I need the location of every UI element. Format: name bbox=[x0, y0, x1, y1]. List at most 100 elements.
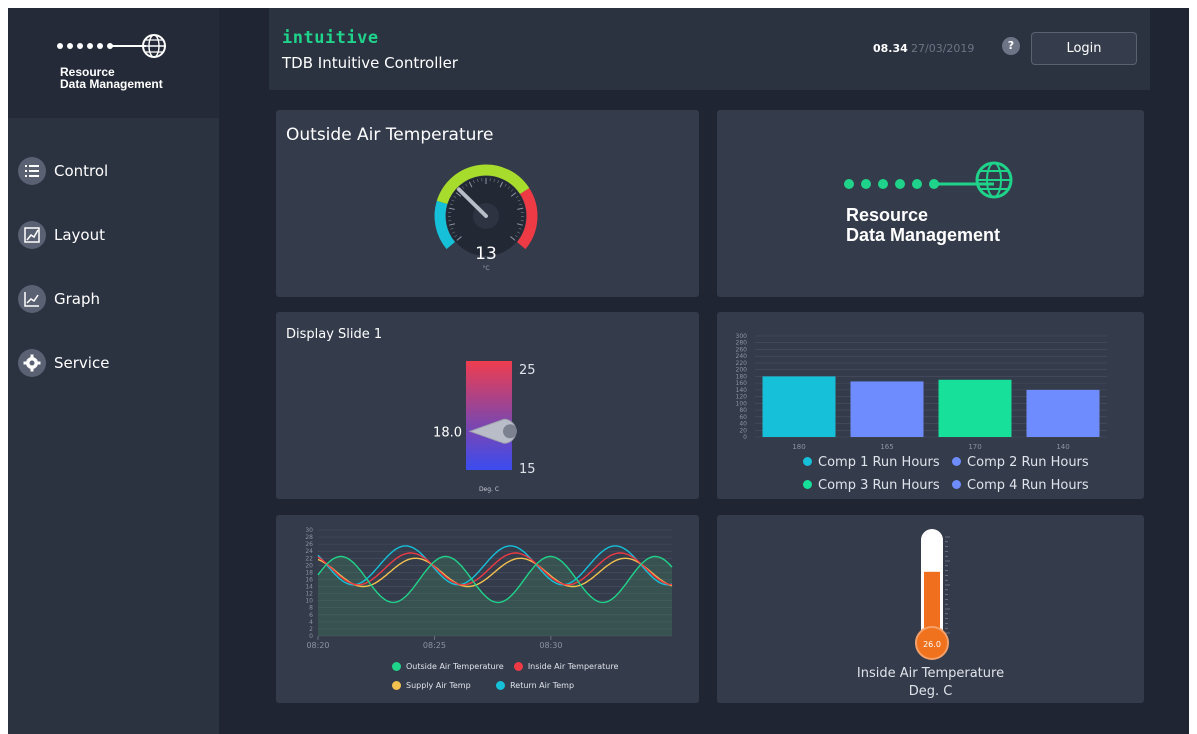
temperature-gauge: 13 °C bbox=[434, 164, 538, 272]
sidebar-item-layout[interactable]: Layout bbox=[18, 218, 208, 252]
bar bbox=[938, 379, 1012, 437]
bar-y-tick: 100 bbox=[736, 400, 748, 407]
bar-chart-panel: 0 20 40 60 80 100 120 140 160 180 200 220 240 260 280 3… bbox=[717, 312, 1144, 499]
list-icon bbox=[18, 157, 46, 185]
gauge-panel: Outside Air Temperature 13 °C bbox=[276, 110, 699, 297]
bar-y-tick: 80 bbox=[739, 407, 747, 414]
bar-legend-row2: Comp 3 Run Hours Comp 4 Run Hours bbox=[803, 478, 1089, 493]
line-y-tick: 18 bbox=[305, 569, 313, 576]
slide-scale: 25 15 18.0 Deg. C bbox=[433, 361, 536, 493]
line-y-tick: 14 bbox=[305, 584, 313, 591]
intuitive-logo: intuitive bbox=[282, 28, 379, 48]
thermometer-caption: Inside Air Temperature Deg. C bbox=[717, 665, 1144, 701]
legend-item-comp2[interactable]: Comp 2 Run Hours bbox=[952, 455, 1089, 470]
app-window: Resource Data Management Control Layout … bbox=[8, 8, 1189, 734]
clock-date: 27/03/2019 bbox=[911, 42, 975, 55]
legend-item-comp4[interactable]: Comp 4 Run Hours bbox=[952, 478, 1089, 493]
clock-time: 08.34 bbox=[873, 42, 908, 55]
line-x-tick: 08:20 bbox=[306, 641, 329, 650]
bar-y-tick: 280 bbox=[736, 340, 748, 347]
help-icon[interactable]: ? bbox=[1002, 37, 1020, 55]
legend-item-supply[interactable]: Supply Air Temp bbox=[392, 681, 471, 690]
line-chart-panel: 0 2 4 6 8 10 12 14 16 18 20 22 24 26 28 30 08:20 08:25 08:… bbox=[276, 515, 699, 703]
sidebar-item-control[interactable]: Control bbox=[18, 154, 208, 188]
bar bbox=[850, 381, 924, 437]
line-y-tick: 22 bbox=[305, 555, 313, 562]
sidebar-item-label: Control bbox=[54, 162, 109, 180]
bar-legend-row1: Comp 1 Run Hours Comp 2 Run Hours bbox=[803, 455, 1089, 470]
line-y-tick: 10 bbox=[305, 598, 313, 605]
bar-y-tick: 0 bbox=[743, 434, 747, 441]
bar-y-tick: 180 bbox=[736, 373, 748, 380]
line-y-tick: 26 bbox=[305, 541, 313, 548]
bar-y-tick: 60 bbox=[739, 414, 747, 421]
bar bbox=[1026, 389, 1100, 437]
sidebar-item-graph[interactable]: Graph bbox=[18, 282, 208, 316]
rdm-logo-icon bbox=[844, 161, 1013, 199]
line-y-tick: 6 bbox=[309, 612, 313, 619]
line-y-tick: 30 bbox=[305, 527, 313, 534]
thermometer-unit: Deg. C bbox=[908, 684, 953, 699]
slide-max-label: 25 bbox=[519, 363, 536, 378]
thermometer-title: Inside Air Temperature bbox=[856, 666, 1005, 681]
legend-item-comp1[interactable]: Comp 1 Run Hours bbox=[803, 455, 940, 470]
line-y-tick: 2 bbox=[309, 626, 313, 633]
bar-x-tick: 140 bbox=[1056, 443, 1069, 451]
bar-y-tick: 260 bbox=[736, 346, 748, 353]
bar-y-tick: 220 bbox=[736, 360, 748, 367]
gauge-unit: °C bbox=[482, 265, 489, 272]
page-title: TDB Intuitive Controller bbox=[282, 54, 458, 72]
legend-item-return[interactable]: Return Air Temp bbox=[496, 681, 574, 690]
sidebar-item-label: Graph bbox=[54, 290, 101, 308]
logo-panel: Resource Data Management bbox=[717, 110, 1144, 297]
sidebar-brand: Resource Data Management bbox=[8, 8, 219, 118]
bar-y-tick: 240 bbox=[736, 353, 748, 360]
rdm-logo-icon bbox=[57, 34, 166, 58]
layout-icon bbox=[18, 221, 46, 249]
series-line bbox=[317, 552, 673, 586]
slide-panel: Display Slide 1 25 15 18.0 Deg. C bbox=[276, 312, 699, 499]
legend-item-inside[interactable]: Inside Air Temperature bbox=[513, 662, 618, 671]
logo-line1: Resource bbox=[846, 205, 929, 225]
login-button[interactable]: Login bbox=[1031, 32, 1137, 65]
slide-min-label: 15 bbox=[519, 462, 536, 477]
bar-y-tick: 300 bbox=[736, 333, 748, 340]
line-legend-row2: Supply Air Temp Return Air Temp bbox=[392, 681, 574, 690]
legend-item-comp3[interactable]: Comp 3 Run Hours bbox=[803, 478, 940, 493]
thermometer-panel: 26.0 Inside Air Temperature Deg. C bbox=[717, 515, 1144, 703]
line-y-tick: 20 bbox=[305, 562, 313, 569]
slide-title: Display Slide 1 bbox=[286, 327, 383, 342]
run-hours-bar-chart: 0204060801001201401601802002202402602803… bbox=[736, 333, 1107, 451]
line-x-tick: 08:25 bbox=[423, 641, 446, 650]
thermometer: 26.0 bbox=[915, 529, 950, 660]
bar-y-tick: 140 bbox=[736, 387, 748, 394]
legend-item-outside[interactable]: Outside Air Temperature bbox=[392, 662, 504, 671]
slide-unit: Deg. C bbox=[479, 486, 499, 493]
sidebar-item-service[interactable]: Service bbox=[18, 346, 208, 380]
bar-y-tick: 120 bbox=[736, 394, 748, 401]
line-y-tick: 12 bbox=[305, 591, 313, 598]
slide-gradient-bar bbox=[466, 361, 512, 470]
bar-y-tick: 200 bbox=[736, 367, 748, 374]
bar-y-tick: 160 bbox=[736, 380, 748, 387]
bar-x-tick: 170 bbox=[968, 443, 981, 451]
graph-icon bbox=[18, 285, 46, 313]
brand-line2: Data Management bbox=[60, 77, 163, 91]
line-y-tick: 0 bbox=[309, 633, 313, 640]
slide-value-label: 18.0 bbox=[433, 425, 462, 440]
gauge-value: 13 bbox=[475, 244, 497, 264]
line-y-tick: 16 bbox=[305, 576, 313, 583]
line-y-tick: 4 bbox=[309, 619, 313, 626]
bar-x-tick: 165 bbox=[880, 443, 893, 451]
sidebar-item-label: Layout bbox=[54, 226, 105, 244]
line-x-tick: 08:30 bbox=[539, 641, 562, 650]
line-area-fill bbox=[318, 556, 672, 636]
bar-y-tick: 40 bbox=[739, 421, 747, 428]
line-y-tick: 8 bbox=[309, 605, 313, 612]
thermometer-ticks bbox=[945, 536, 950, 634]
rdm-logo-text: Resource Data Management bbox=[846, 205, 1000, 245]
sidebar-item-label: Service bbox=[54, 354, 110, 372]
thermometer-value: 26.0 bbox=[923, 640, 941, 649]
temperature-line-chart: 02468101214161820222426283008:20 08:25 08:… bbox=[305, 527, 673, 650]
gear-icon bbox=[18, 349, 46, 377]
